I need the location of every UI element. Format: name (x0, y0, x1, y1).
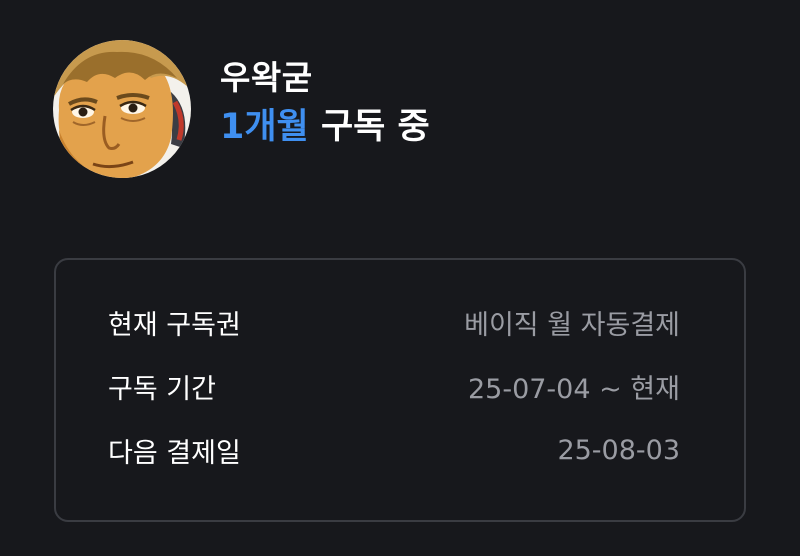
detail-label: 현재 구독권 (108, 309, 241, 341)
username: 우왁굳 (220, 58, 313, 97)
detail-label: 다음 결제일 (108, 437, 241, 469)
subscription-duration: 1개월 (220, 107, 309, 147)
detail-value: 베이직 월 자동결제 (464, 309, 680, 341)
cartoon-face-avatar-icon (53, 40, 191, 178)
subscription-status: 1개월 구독 중 (220, 106, 430, 148)
detail-row-next-payment: 다음 결제일 25-08-03 (108, 430, 680, 470)
detail-value: 25-08-03 (557, 434, 680, 466)
detail-value: 25-07-04 ~ 현재 (467, 373, 680, 405)
detail-row-period: 구독 기간 25-07-04 ~ 현재 (108, 366, 680, 406)
detail-label: 구독 기간 (108, 373, 216, 405)
subscription-status-suffix: 구독 중 (308, 107, 430, 147)
profile-info: 우왁굳 1개월 구독 중 (220, 58, 430, 148)
subscription-details-card: 현재 구독권 베이직 월 자동결제 구독 기간 25-07-04 ~ 현재 다음… (54, 258, 746, 522)
avatar (53, 40, 191, 178)
detail-row-current-plan: 현재 구독권 베이직 월 자동결제 (108, 302, 680, 342)
